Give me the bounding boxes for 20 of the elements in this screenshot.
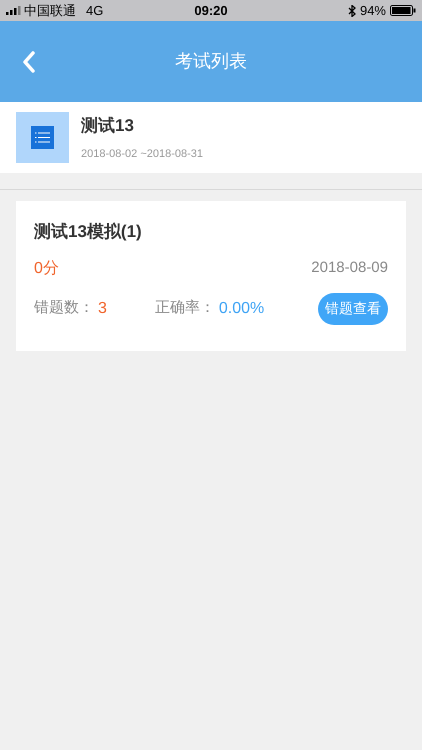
exam-name: 测试13 bbox=[81, 115, 135, 137]
battery-percent: 94% bbox=[360, 2, 386, 20]
battery-icon bbox=[390, 5, 416, 16]
list-icon bbox=[16, 112, 69, 163]
record-title: 测试13模拟(1) bbox=[34, 221, 143, 243]
accuracy-value: 0.00% bbox=[218, 298, 264, 318]
page-title: 考试列表 bbox=[175, 50, 247, 73]
clock: 09:20 bbox=[194, 2, 228, 20]
signal-icon bbox=[6, 6, 22, 15]
view-wrong-button[interactable]: 错题查看 bbox=[318, 292, 388, 324]
network-label: 4G bbox=[86, 2, 104, 20]
exam-period: 2018-08-02 ~2018-08-31 bbox=[81, 146, 204, 162]
record-date: 2018-08-09 bbox=[311, 258, 388, 278]
back-icon[interactable] bbox=[22, 50, 36, 72]
accuracy-label: 正确率： bbox=[154, 298, 215, 318]
wrong-count-label: 错题数： bbox=[34, 298, 94, 318]
wrong-count: 3 bbox=[98, 298, 107, 318]
score: 0分 bbox=[34, 258, 59, 278]
bluetooth-icon bbox=[348, 4, 356, 16]
carrier-label: 中国联通 bbox=[24, 2, 76, 20]
